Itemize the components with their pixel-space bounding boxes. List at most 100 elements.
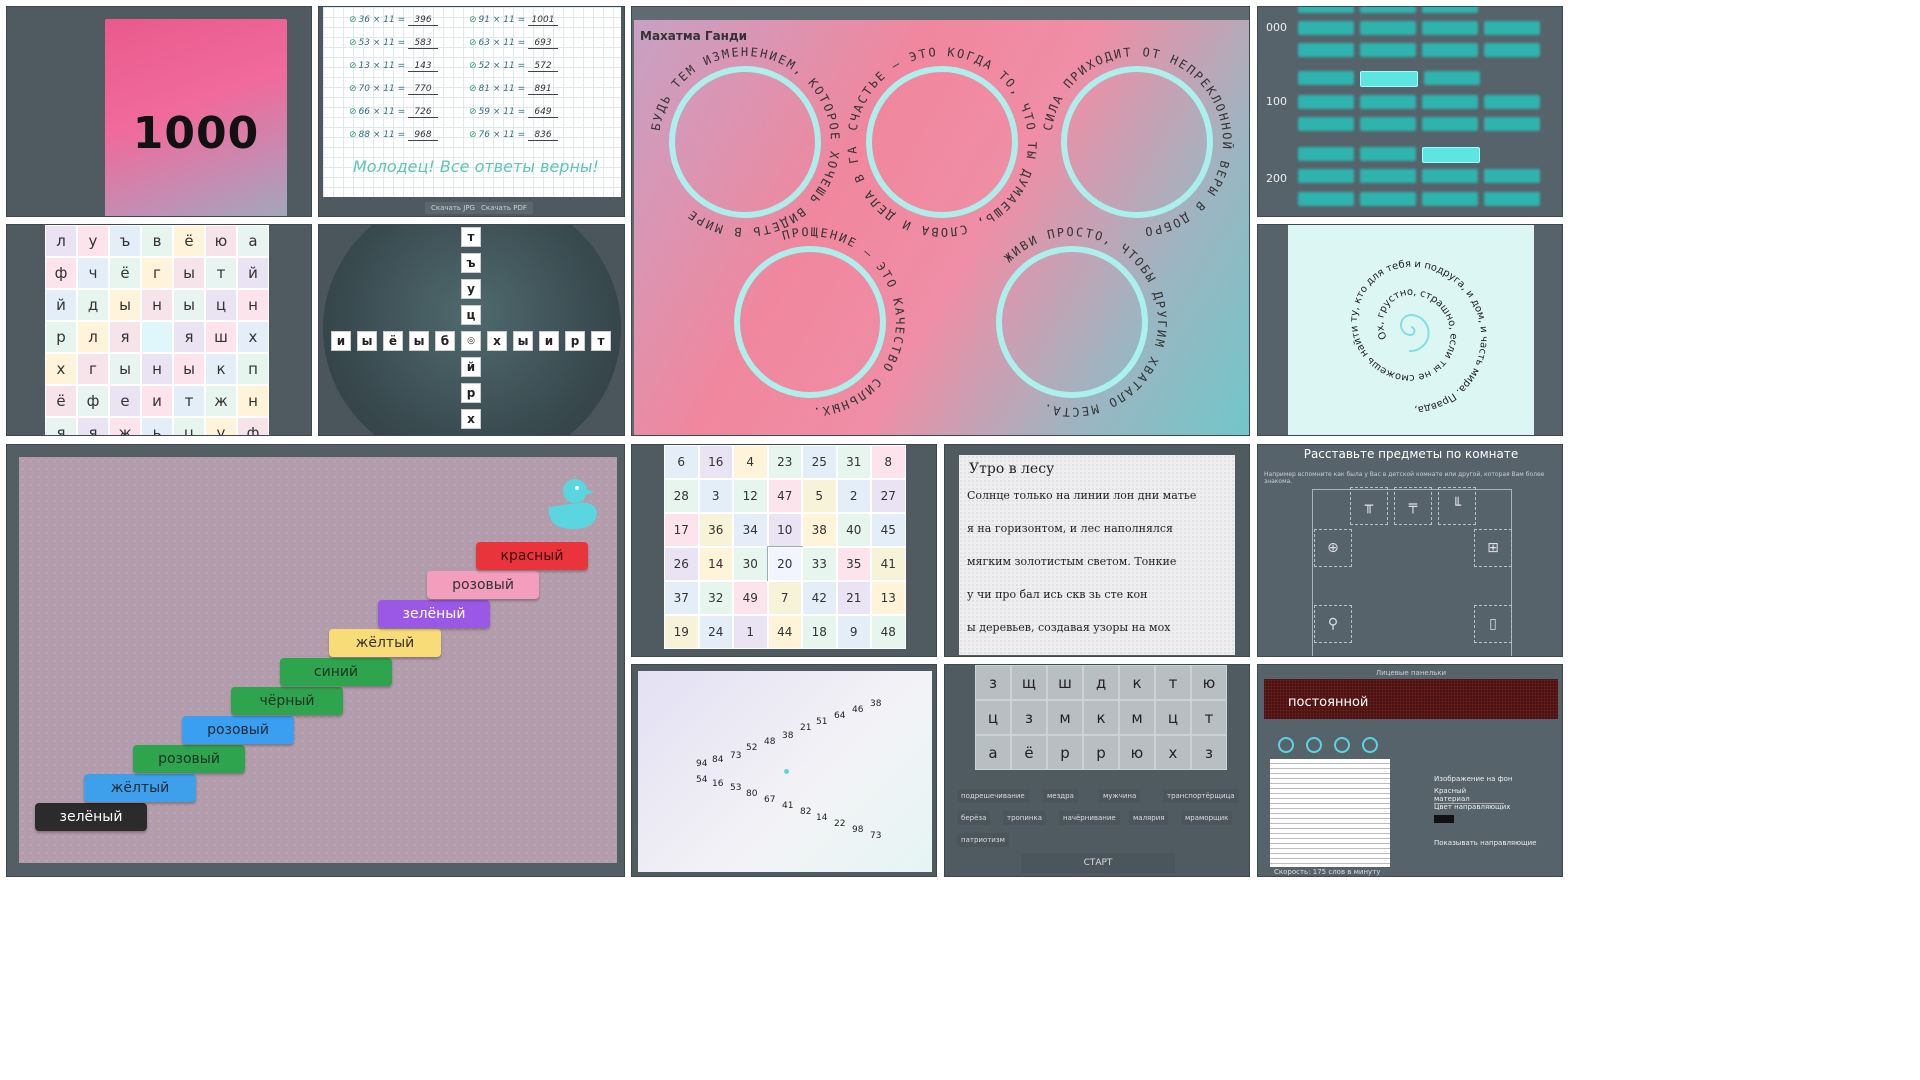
dot-number[interactable]: 21	[800, 723, 811, 733]
dot-number[interactable]: 98	[852, 825, 863, 835]
dot-number[interactable]: 53	[730, 783, 741, 793]
crossword-cell[interactable]: р	[565, 331, 585, 351]
dot-number[interactable]: 22	[834, 819, 845, 829]
letter-cell[interactable]: ф	[237, 417, 269, 435]
letter-cell[interactable]: ы	[173, 289, 205, 321]
letter-cell[interactable]: е	[109, 385, 141, 417]
letter-cell[interactable]: з	[1011, 700, 1047, 735]
tag-chip[interactable]	[1298, 169, 1354, 183]
letter-cell[interactable]: я	[173, 321, 205, 353]
tag-chip[interactable]	[1422, 117, 1478, 131]
tag-chip[interactable]	[1422, 43, 1478, 57]
letter-cell[interactable]: ъ	[109, 225, 141, 257]
stop-icon[interactable]	[1334, 737, 1350, 753]
tag-chip[interactable]	[1360, 7, 1416, 13]
number-cell[interactable]: 36	[698, 513, 733, 547]
color-step[interactable]: розовый	[133, 745, 245, 773]
number-cell[interactable]: 44	[767, 615, 802, 649]
crossword-cell[interactable]: ы	[409, 331, 429, 351]
number-cell[interactable]: 38	[802, 513, 837, 547]
letter-cell[interactable]: я	[77, 417, 109, 435]
tag-chip[interactable]	[1422, 95, 1478, 109]
number-cell[interactable]: 5	[802, 479, 837, 513]
letter-cell[interactable]: д	[1083, 665, 1119, 700]
letter-cell[interactable]: ц	[205, 289, 237, 321]
color-step[interactable]: жёлтый	[329, 629, 441, 657]
dot-number[interactable]: 14	[816, 813, 827, 823]
number-cell[interactable]: 35	[836, 547, 871, 581]
color-step[interactable]: розовый	[182, 716, 294, 744]
letter-cell[interactable]: ы	[173, 257, 205, 289]
answer-field[interactable]: 968	[408, 130, 438, 141]
dot-number[interactable]: 46	[852, 705, 863, 715]
slot-stool-icon[interactable]: ╤	[1394, 487, 1432, 525]
slot-window-icon[interactable]: ⊞	[1474, 529, 1512, 567]
crossword-cell[interactable]: х	[461, 409, 481, 429]
slot-globe-icon[interactable]: ⊕	[1314, 529, 1352, 567]
letter-cell[interactable]: к	[205, 353, 237, 385]
number-cell[interactable]: 31	[836, 445, 871, 479]
answer-field[interactable]: 693	[528, 38, 558, 49]
answer-field[interactable]: 726	[408, 107, 438, 118]
number-cell[interactable]: 8	[871, 445, 906, 479]
letter-cell[interactable]: т	[1191, 700, 1227, 735]
letter-cell[interactable]: ц	[173, 417, 205, 435]
crossword-cell[interactable]: и	[331, 331, 351, 351]
number-cell[interactable]: 23	[767, 445, 802, 479]
dot-number[interactable]: 84	[712, 755, 723, 765]
dot-number[interactable]: 64	[834, 711, 845, 721]
letter-cell[interactable]: ё	[109, 257, 141, 289]
tag-chip[interactable]	[1422, 192, 1478, 206]
letter-cell[interactable]: т	[1155, 665, 1191, 700]
answer-field[interactable]: 572	[528, 61, 558, 72]
word-chip[interactable]: берёза	[957, 811, 991, 825]
dot-number[interactable]: 67	[764, 795, 775, 805]
letter-cell[interactable]: з	[975, 665, 1011, 700]
tag-chip[interactable]	[1298, 21, 1354, 35]
number-cell[interactable]: 40	[836, 513, 871, 547]
tag-chip[interactable]	[1422, 169, 1478, 183]
letter-cell[interactable]: л	[45, 225, 77, 257]
tag-chip[interactable]	[1484, 43, 1540, 57]
color-step[interactable]: чёрный	[231, 687, 343, 715]
crossword-cell[interactable]: ъ	[461, 253, 481, 273]
letter-cell[interactable]: ь	[141, 417, 173, 435]
number-card[interactable]: 1000	[105, 19, 287, 216]
add-icon[interactable]	[1362, 737, 1378, 753]
letter-cell[interactable]: з	[1191, 735, 1227, 770]
letter-cell[interactable]: н	[141, 289, 173, 321]
number-cell[interactable]: 34	[733, 513, 768, 547]
color-step[interactable]: красный	[476, 542, 588, 570]
letter-cell[interactable]: ж	[109, 417, 141, 435]
tag-chip[interactable]	[1360, 95, 1416, 109]
number-cell[interactable]: 13	[871, 581, 906, 615]
tag-chip[interactable]	[1360, 169, 1416, 183]
word-chip[interactable]: подрешечивание	[957, 789, 1029, 803]
letter-cell[interactable]: х	[45, 353, 77, 385]
letter-cell[interactable]: п	[237, 353, 269, 385]
number-cell[interactable]: 18	[802, 615, 837, 649]
tag-chip[interactable]	[1298, 43, 1354, 57]
word-chip[interactable]: патриотизм	[957, 833, 1009, 847]
tag-chip[interactable]	[1360, 117, 1416, 131]
tag-chip[interactable]	[1422, 7, 1478, 13]
letter-cell[interactable]: м	[1047, 700, 1083, 735]
number-cell[interactable]: 14	[698, 547, 733, 581]
answer-field[interactable]: 1001	[528, 15, 558, 26]
letter-cell[interactable]: й	[237, 257, 269, 289]
play-icon[interactable]	[1278, 737, 1294, 753]
letter-cell[interactable]: ы	[109, 353, 141, 385]
tag-chip[interactable]	[1298, 95, 1354, 109]
letter-cell[interactable]: ю	[1119, 735, 1155, 770]
letter-cell[interactable]	[141, 321, 173, 353]
letter-cell[interactable]: г	[141, 257, 173, 289]
dot-number[interactable]: 54	[696, 775, 707, 785]
number-cell[interactable]: 24	[698, 615, 733, 649]
download-jpg-button[interactable]: Скачать JPG	[425, 202, 481, 214]
number-cell[interactable]: 37	[664, 581, 699, 615]
crossword-cell[interactable]: б	[435, 331, 455, 351]
answer-field[interactable]: 891	[528, 84, 558, 95]
letter-cell[interactable]: ш	[1047, 665, 1083, 700]
letter-cell[interactable]: л	[77, 321, 109, 353]
pause-icon[interactable]	[1306, 737, 1322, 753]
